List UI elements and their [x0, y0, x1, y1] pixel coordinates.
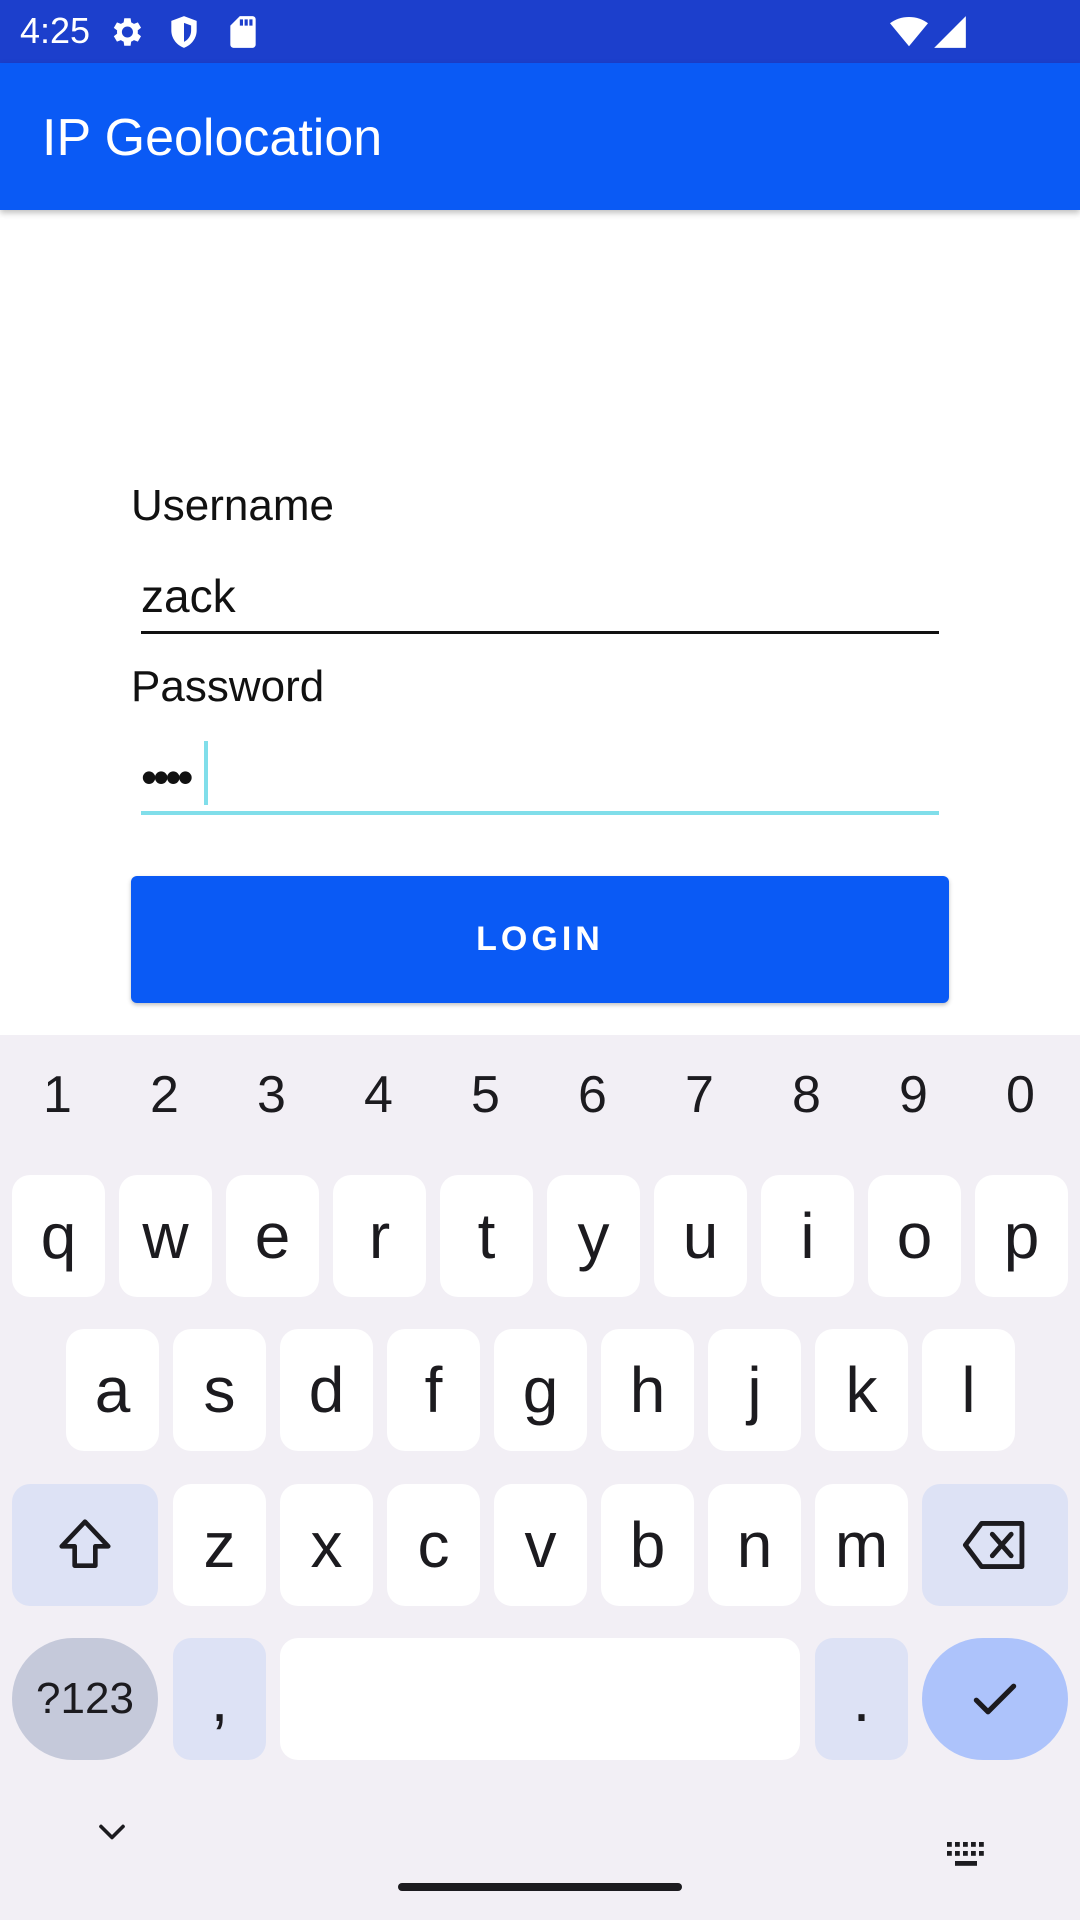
backspace-icon: [962, 1521, 1025, 1569]
app-title: IP Geolocation: [42, 109, 383, 167]
key-z[interactable]: z: [173, 1484, 266, 1606]
key-3[interactable]: 3: [218, 1065, 325, 1125]
key-k[interactable]: k: [815, 1329, 908, 1451]
key-a[interactable]: a: [66, 1329, 159, 1451]
password-field[interactable]: ••••: [141, 741, 939, 815]
key-0[interactable]: 0: [967, 1065, 1074, 1125]
sd-card-icon: [224, 13, 262, 51]
comma-key[interactable]: ,: [173, 1638, 266, 1760]
password-value: ••••: [141, 751, 193, 803]
key-c[interactable]: c: [387, 1484, 480, 1606]
shift-key[interactable]: [12, 1484, 158, 1606]
key-g[interactable]: g: [494, 1329, 587, 1451]
backspace-key[interactable]: [922, 1484, 1068, 1606]
key-8[interactable]: 8: [753, 1065, 860, 1125]
symbols-key[interactable]: ?123: [12, 1638, 158, 1760]
signal-icon: [930, 13, 970, 51]
key-m[interactable]: m: [815, 1484, 908, 1606]
key-e[interactable]: e: [226, 1175, 319, 1297]
username-label: Username: [131, 481, 334, 530]
status-time: 4:25: [20, 10, 91, 51]
text-cursor: [204, 741, 208, 805]
key-f[interactable]: f: [387, 1329, 480, 1451]
period-key[interactable]: .: [815, 1638, 908, 1760]
enter-key[interactable]: [922, 1638, 1068, 1760]
key-s[interactable]: s: [173, 1329, 266, 1451]
key-y[interactable]: y: [547, 1175, 640, 1297]
key-t[interactable]: t: [440, 1175, 533, 1297]
shield-icon: [165, 13, 203, 51]
key-2[interactable]: 2: [111, 1065, 218, 1125]
key-u[interactable]: u: [654, 1175, 747, 1297]
key-9[interactable]: 9: [860, 1065, 967, 1125]
key-4[interactable]: 4: [325, 1065, 432, 1125]
key-5[interactable]: 5: [432, 1065, 539, 1125]
number-row: 1 2 3 4 5 6 7 8 9 0: [0, 1035, 1080, 1165]
app-bar: IP Geolocation: [0, 63, 1080, 210]
key-r[interactable]: r: [333, 1175, 426, 1297]
key-7[interactable]: 7: [646, 1065, 753, 1125]
key-p[interactable]: p: [975, 1175, 1068, 1297]
key-d[interactable]: d: [280, 1329, 373, 1451]
key-o[interactable]: o: [868, 1175, 961, 1297]
key-q[interactable]: q: [12, 1175, 105, 1297]
key-6[interactable]: 6: [539, 1065, 646, 1125]
login-button[interactable]: LOGIN: [131, 876, 949, 1003]
key-n[interactable]: n: [708, 1484, 801, 1606]
space-key[interactable]: [280, 1638, 800, 1760]
settings-icon: [107, 13, 145, 51]
username-field[interactable]: zack: [141, 560, 939, 634]
key-i[interactable]: i: [761, 1175, 854, 1297]
chevron-down-icon[interactable]: [90, 1810, 134, 1854]
key-h[interactable]: h: [601, 1329, 694, 1451]
key-l[interactable]: l: [922, 1329, 1015, 1451]
shift-icon: [59, 1519, 111, 1568]
key-v[interactable]: v: [494, 1484, 587, 1606]
key-b[interactable]: b: [601, 1484, 694, 1606]
status-bar: 4:25: [0, 0, 1080, 63]
username-value: zack: [141, 570, 236, 622]
key-x[interactable]: x: [280, 1484, 373, 1606]
key-w[interactable]: w: [119, 1175, 212, 1297]
keyboard-switch-icon[interactable]: [945, 1840, 989, 1870]
password-label: Password: [131, 662, 325, 711]
wifi-icon: [888, 13, 930, 51]
key-j[interactable]: j: [708, 1329, 801, 1451]
home-indicator[interactable]: [398, 1883, 682, 1891]
checkmark-icon: [973, 1683, 1017, 1715]
key-1[interactable]: 1: [4, 1065, 111, 1125]
on-screen-keyboard: 1 2 3 4 5 6 7 8 9 0 q w e r t y u i o p …: [0, 1035, 1080, 1920]
